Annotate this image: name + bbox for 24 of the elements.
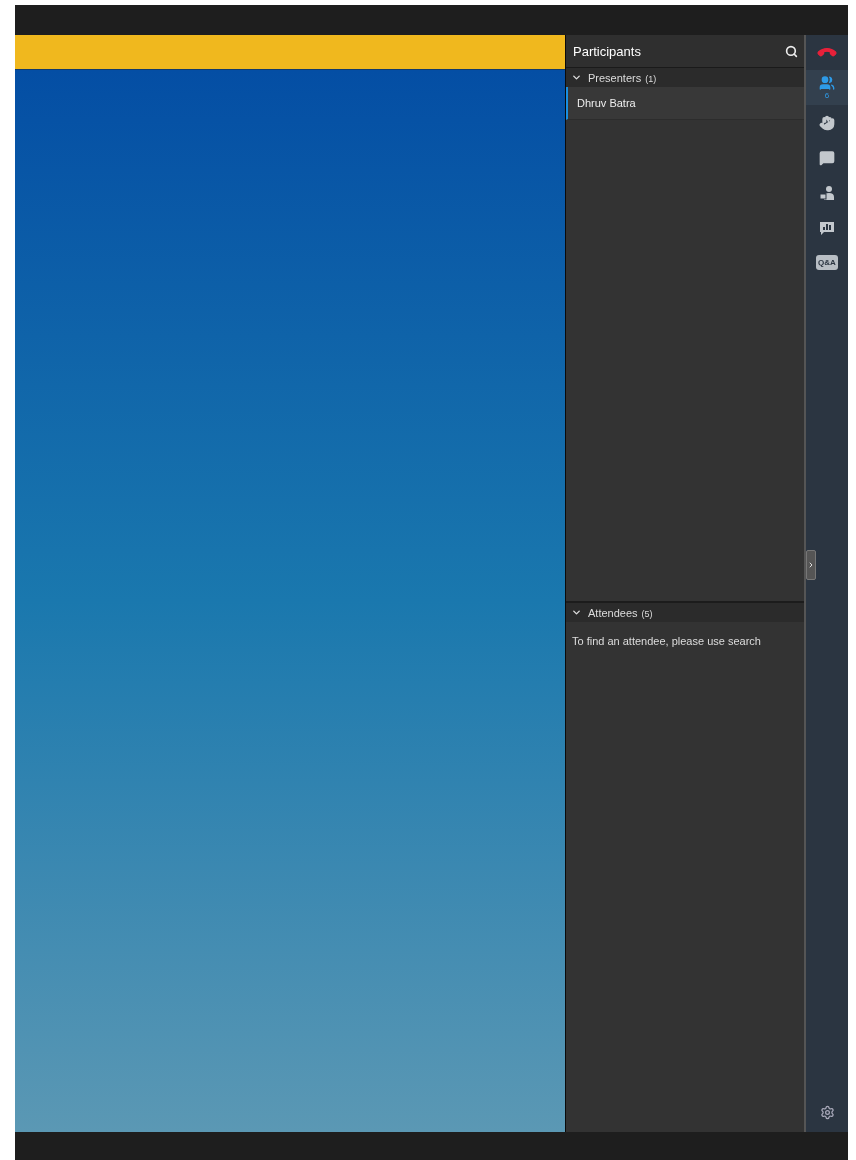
search-icon[interactable] <box>785 44 798 58</box>
panel-title: Participants <box>573 43 641 59</box>
qa-icon: Q&A <box>816 255 838 270</box>
section-count: (1) <box>645 73 657 84</box>
section-header[interactable]: Attendees (5) <box>566 603 804 622</box>
section-title: Presenters (1) <box>588 71 657 84</box>
people-icon <box>819 75 835 91</box>
section-header[interactable]: Presenters (1) <box>566 68 804 87</box>
section-title: Attendees (5) <box>588 606 653 619</box>
hand-icon <box>819 114 835 131</box>
chat-icon <box>819 149 835 166</box>
settings-icon[interactable] <box>819 1105 835 1120</box>
poll-icon <box>819 219 835 236</box>
chevron-icon <box>571 72 582 83</box>
person-laptop-icon <box>819 184 835 201</box>
hint-text: To find an attendee, please use search <box>571 634 762 649</box>
collapse-handle[interactable] <box>806 550 816 580</box>
participant-count: 6 <box>824 91 830 100</box>
chevron-icon <box>571 607 582 618</box>
chevron-icon <box>807 561 815 569</box>
participant-row[interactable]: Dhruv Batra <box>566 87 804 120</box>
sidebar-button[interactable]: 6 <box>806 70 848 105</box>
section-count: (5) <box>641 608 653 619</box>
sidebar-button[interactable]: Q&A <box>806 245 848 280</box>
